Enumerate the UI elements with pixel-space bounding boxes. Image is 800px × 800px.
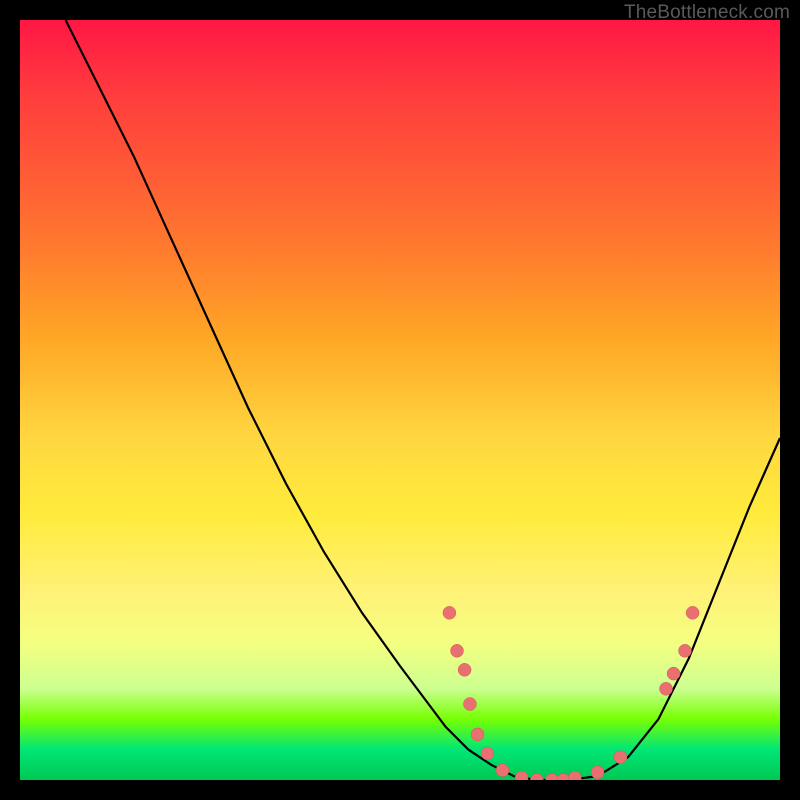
data-point [557,774,570,781]
data-point [568,771,581,780]
data-points-group [443,606,699,780]
bottleneck-chart: TheBottleneck.com [0,0,800,800]
data-point [515,771,528,780]
data-point [458,663,471,676]
data-point [481,747,494,760]
plot-area [20,20,780,780]
data-point [463,698,476,711]
data-point [496,764,509,777]
bottleneck-curve-path [66,20,780,780]
data-point [614,751,627,764]
data-point [471,728,484,741]
data-point [667,667,680,680]
data-point [660,682,673,695]
data-point [530,774,543,781]
data-point [679,644,692,657]
data-point [686,606,699,619]
data-point [451,644,464,657]
data-point [546,774,559,781]
data-point [443,606,456,619]
curve-svg [20,20,780,780]
data-point [591,766,604,779]
